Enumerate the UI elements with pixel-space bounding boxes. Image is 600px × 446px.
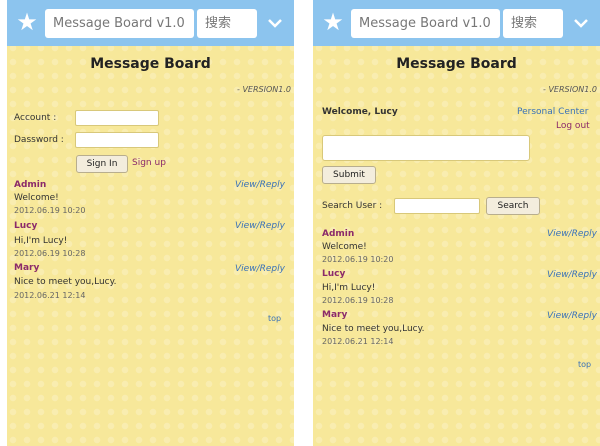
view-reply-link[interactable]: View/Reply <box>235 221 285 231</box>
logout-link[interactable]: Log out <box>556 121 590 131</box>
post-author: Lucy <box>322 269 346 279</box>
post-text: Welcome! <box>322 242 367 252</box>
password-input[interactable] <box>75 132 159 148</box>
post-date: 2012.06.19 10:20 <box>322 255 394 264</box>
logged-in-screen: ★ Message Board v1.0 搜索 Message Board - … <box>313 0 600 446</box>
post-date: 2012.06.21 12:14 <box>322 337 394 346</box>
submit-button[interactable]: Submit <box>322 166 376 184</box>
post-date: 2012.06.19 10:20 <box>14 206 86 215</box>
search-field[interactable]: 搜索 <box>503 9 563 38</box>
view-reply-link[interactable]: View/Reply <box>547 311 597 321</box>
search-user-label: Search User : <box>322 201 383 211</box>
personal-center-link[interactable]: Personal Center <box>517 107 588 117</box>
post-author: Admin <box>322 229 355 239</box>
search-field[interactable]: 搜索 <box>197 9 257 38</box>
view-reply-link[interactable]: View/Reply <box>547 229 597 239</box>
search-user-input[interactable] <box>394 198 480 214</box>
post-text: Hi,I'm Lucy! <box>14 236 68 246</box>
version-label: - VERSION1.0 <box>543 85 597 94</box>
top-bar: ★ Message Board v1.0 搜索 <box>7 0 294 46</box>
post-date: 2012.06.21 12:14 <box>14 291 86 300</box>
chevron-down-icon[interactable] <box>567 9 595 38</box>
post-text: Nice to meet you,Lucy. <box>322 324 425 334</box>
account-input[interactable] <box>75 110 159 126</box>
chevron-down-icon[interactable] <box>261 9 289 38</box>
version-label: - VERSION1.0 <box>237 85 291 94</box>
star-icon[interactable]: ★ <box>320 8 346 36</box>
post-text: Nice to meet you,Lucy. <box>14 277 117 287</box>
view-reply-link[interactable]: View/Reply <box>235 264 285 274</box>
search-button[interactable]: Search <box>486 197 540 215</box>
view-reply-link[interactable]: View/Reply <box>235 180 285 190</box>
login-screen: ★ Message Board v1.0 搜索 Message Board - … <box>7 0 294 446</box>
app-title-box: Message Board v1.0 <box>45 9 194 38</box>
message-textarea[interactable] <box>322 135 530 161</box>
post-text: Welcome! <box>14 193 59 203</box>
account-label: Account : <box>14 113 57 123</box>
top-bar: ★ Message Board v1.0 搜索 <box>313 0 600 46</box>
sign-up-link[interactable]: Sign up <box>132 158 166 168</box>
post-date: 2012.06.19 10:28 <box>14 249 86 258</box>
top-link[interactable]: top <box>268 314 281 323</box>
sign-in-button[interactable]: Sign In <box>76 155 128 173</box>
page-title: Message Board <box>90 56 211 72</box>
post-author: Mary <box>322 310 348 320</box>
welcome-text: Welcome, Lucy <box>322 107 398 117</box>
page-title: Message Board <box>396 56 517 72</box>
post-text: Hi,I'm Lucy! <box>322 283 376 293</box>
view-reply-link[interactable]: View/Reply <box>547 270 597 280</box>
top-link[interactable]: top <box>578 360 591 369</box>
post-date: 2012.06.19 10:28 <box>322 296 394 305</box>
post-author: Mary <box>14 263 40 273</box>
post-author: Lucy <box>14 221 38 231</box>
password-label: Dassword : <box>14 135 64 145</box>
star-icon[interactable]: ★ <box>14 8 40 36</box>
post-author: Admin <box>14 180 47 190</box>
app-title-box: Message Board v1.0 <box>351 9 500 38</box>
